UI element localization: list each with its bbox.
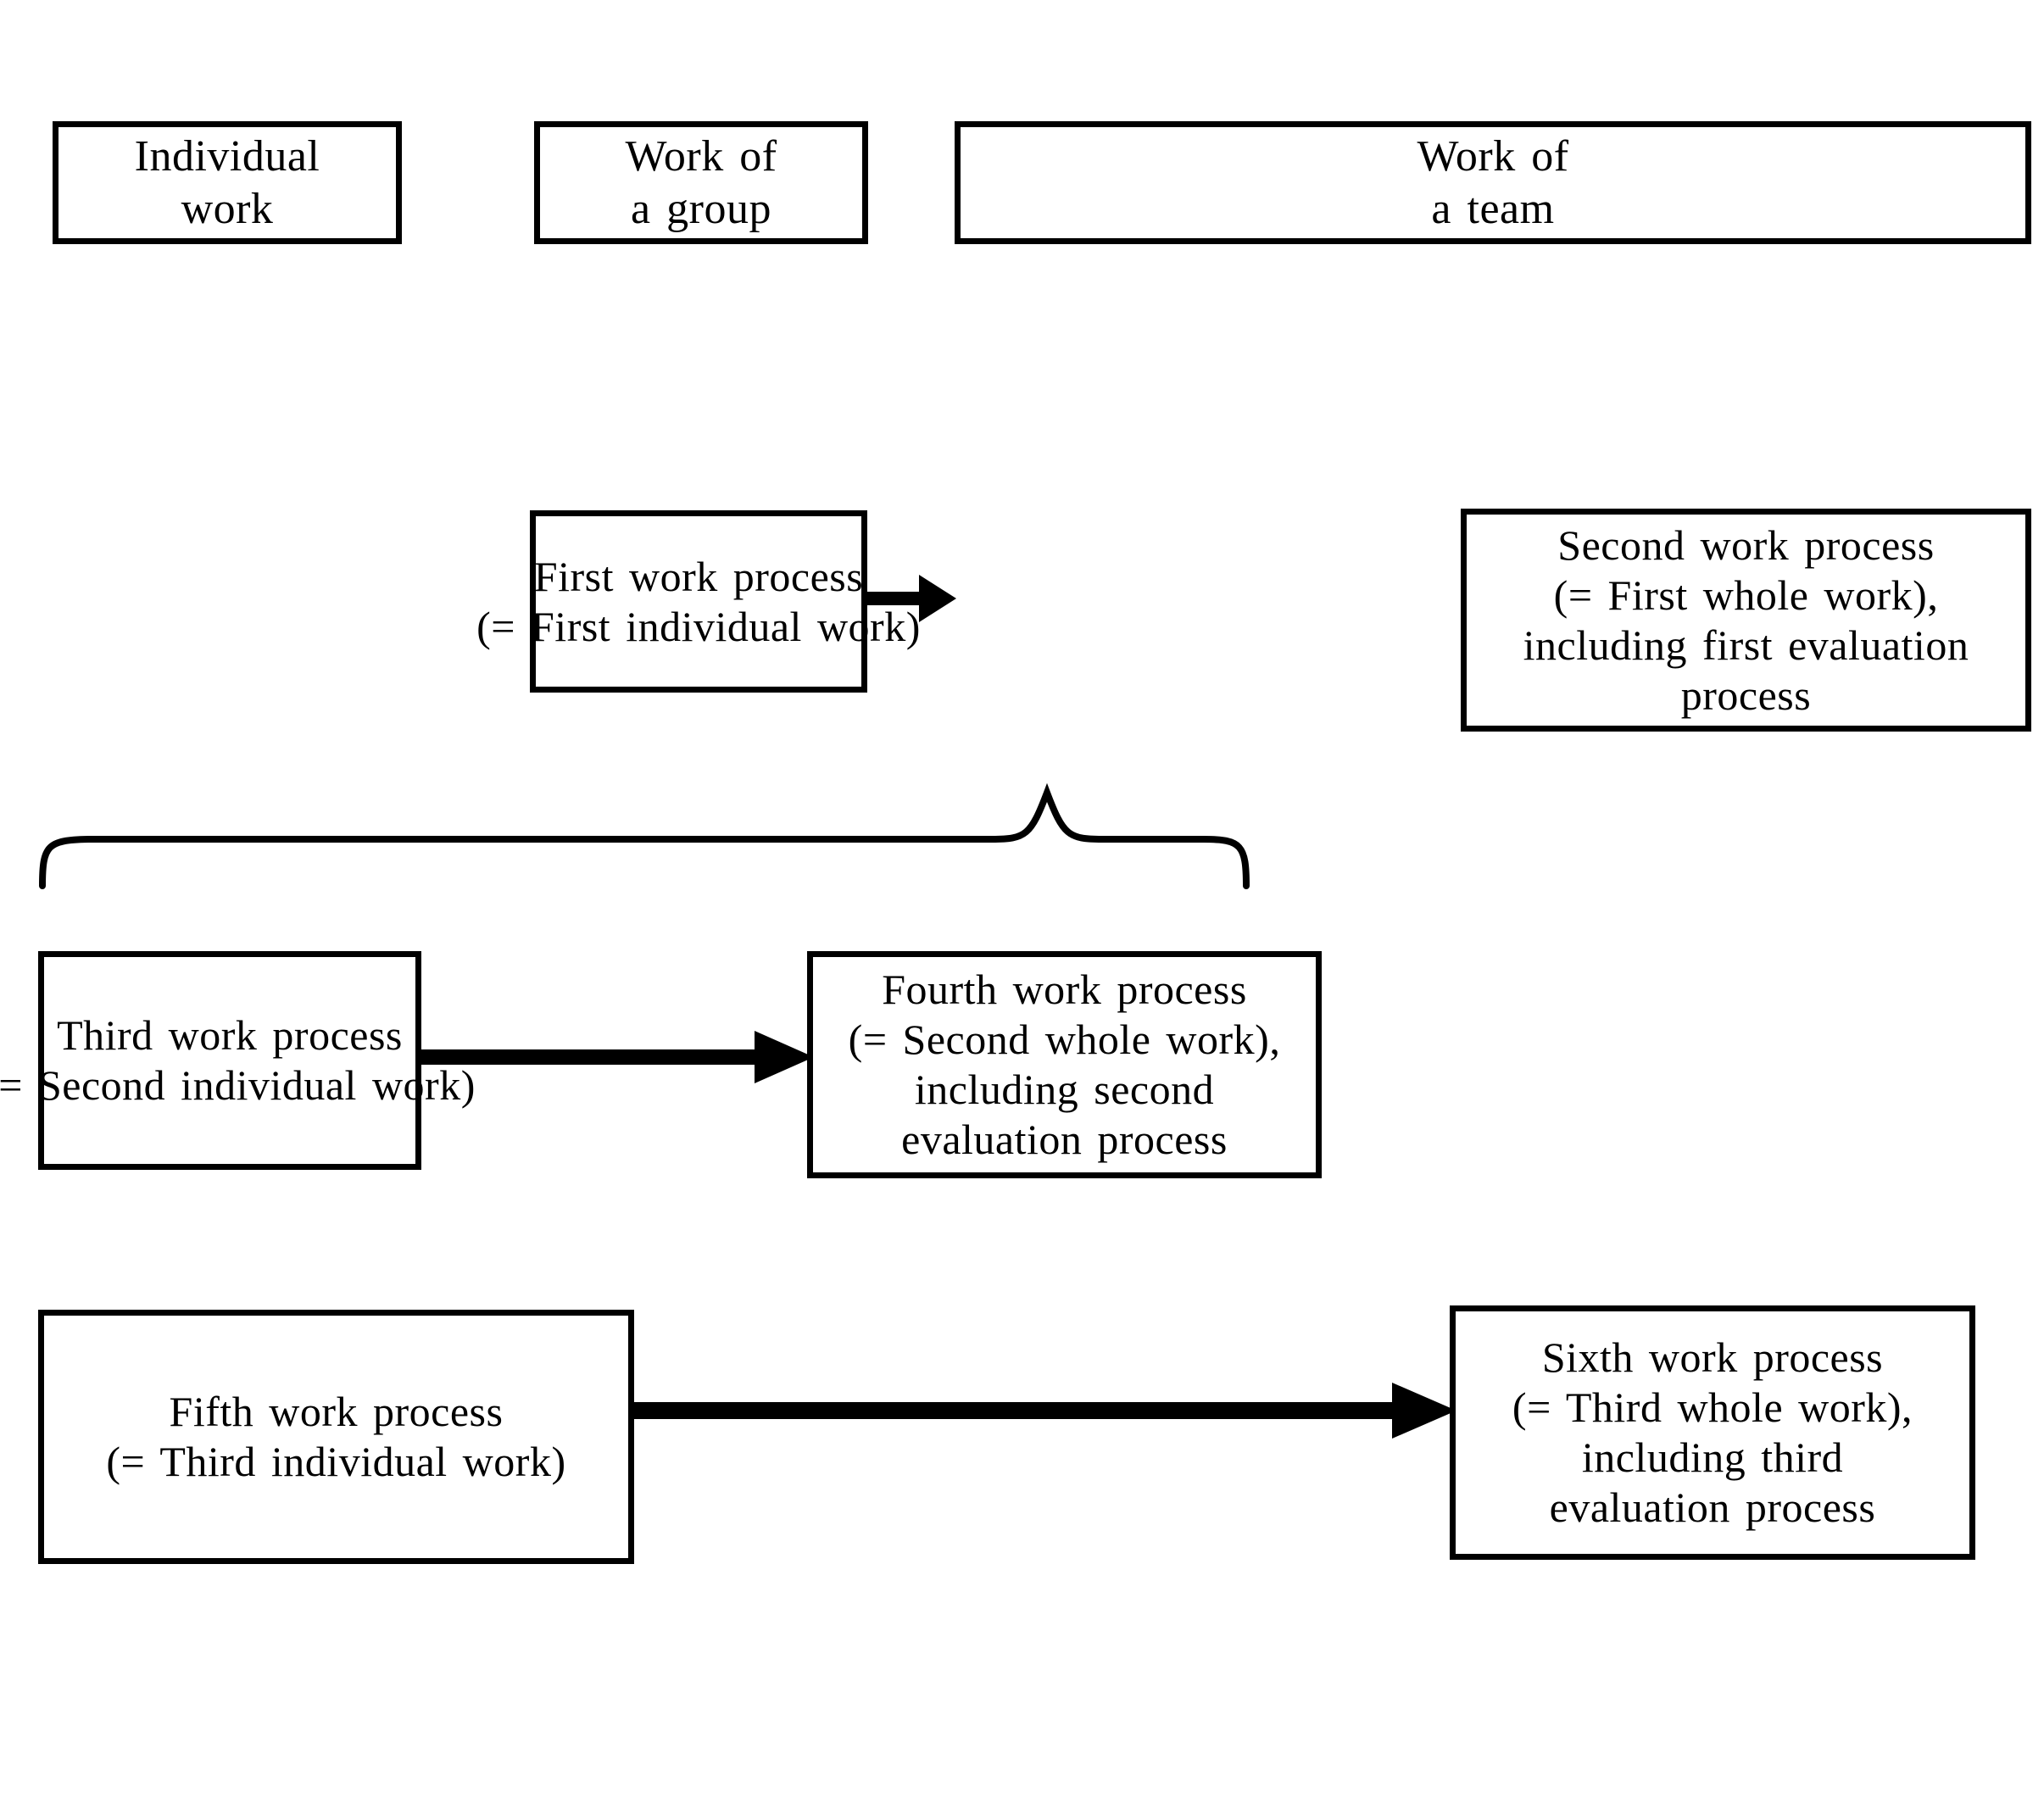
diagram-canvas: Individual work Work of a group Work of … — [0, 0, 2044, 1809]
process-box-sixth-work-process: Sixth work process (= Third whole work),… — [1450, 1305, 1975, 1560]
header-line: Work of — [625, 132, 777, 181]
process-line: (= Third whole work), — [1512, 1383, 1913, 1431]
header-box-work-of-a-team: Work of a team — [955, 121, 2031, 244]
process-box-fifth-work-process: Fifth work process (= Third individual w… — [38, 1310, 634, 1564]
process-line: Third work process — [57, 1011, 403, 1059]
header-line: a group — [631, 184, 771, 233]
process-line: (= First whole work), — [1553, 571, 1939, 619]
process-line: evaluation process — [901, 1116, 1228, 1163]
process-line: including second — [914, 1066, 1215, 1113]
header-line: Individual — [134, 132, 320, 181]
header-box-individual-work: Individual work — [53, 121, 402, 244]
process-line: First work process — [533, 552, 864, 600]
arrow-fifth-to-sixth — [629, 1383, 1456, 1439]
group-brace-icon — [39, 782, 1250, 889]
header-line: Work of — [1417, 132, 1569, 181]
process-line: Second work process — [1557, 520, 1935, 569]
process-line: (= Third individual work) — [106, 1438, 566, 1485]
arrow-first-to-second — [863, 575, 956, 622]
process-box-third-work-process: Third work process (= Second individual … — [0, 951, 475, 1170]
process-line: (= First individual work) — [476, 602, 921, 650]
process-line: including first evaluation — [1523, 621, 1969, 669]
process-line: including third — [1581, 1433, 1844, 1481]
header-line: work — [181, 184, 274, 233]
process-line: process — [1680, 671, 1812, 719]
process-line: (= Second whole work), — [848, 1016, 1281, 1063]
process-line: Sixth work process — [1541, 1333, 1884, 1381]
process-box-second-work-process: Second work process (= First whole work)… — [1461, 509, 2031, 732]
arrow-third-to-fourth — [415, 1031, 814, 1083]
process-line: Fourth work process — [882, 966, 1247, 1013]
process-box-first-work-process: First work process (= First individual w… — [476, 510, 920, 693]
process-line: (= Second individual work) — [0, 1061, 476, 1109]
process-line: Fifth work process — [169, 1388, 504, 1435]
process-line: evaluation process — [1549, 1483, 1876, 1531]
header-box-work-of-a-group: Work of a group — [534, 121, 868, 244]
header-line: a team — [1431, 184, 1555, 233]
process-box-fourth-work-process: Fourth work process (= Second whole work… — [807, 951, 1322, 1178]
